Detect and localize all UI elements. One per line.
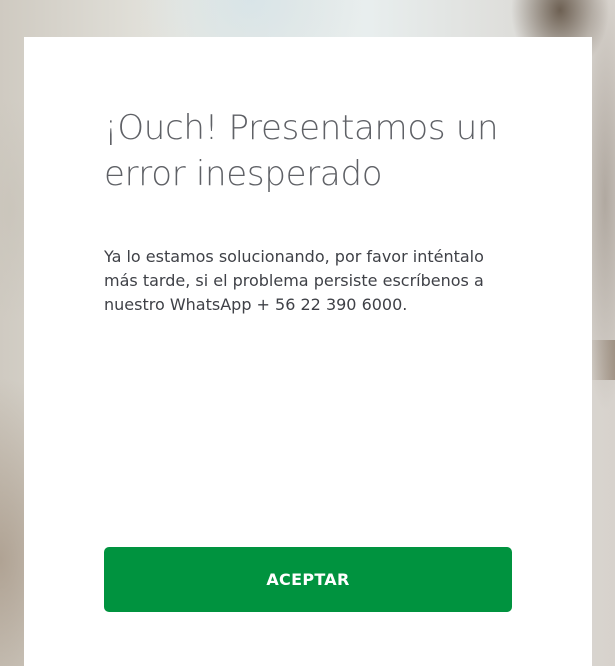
accept-button[interactable]: ACEPTAR [104,547,512,612]
error-dialog: ¡Ouch! Presentamos un error inesperado Y… [24,37,592,666]
dialog-message: Ya lo estamos solucionando, por favor in… [104,247,484,314]
dialog-title: ¡Ouch! Presentamos un error inesperado [104,108,499,194]
